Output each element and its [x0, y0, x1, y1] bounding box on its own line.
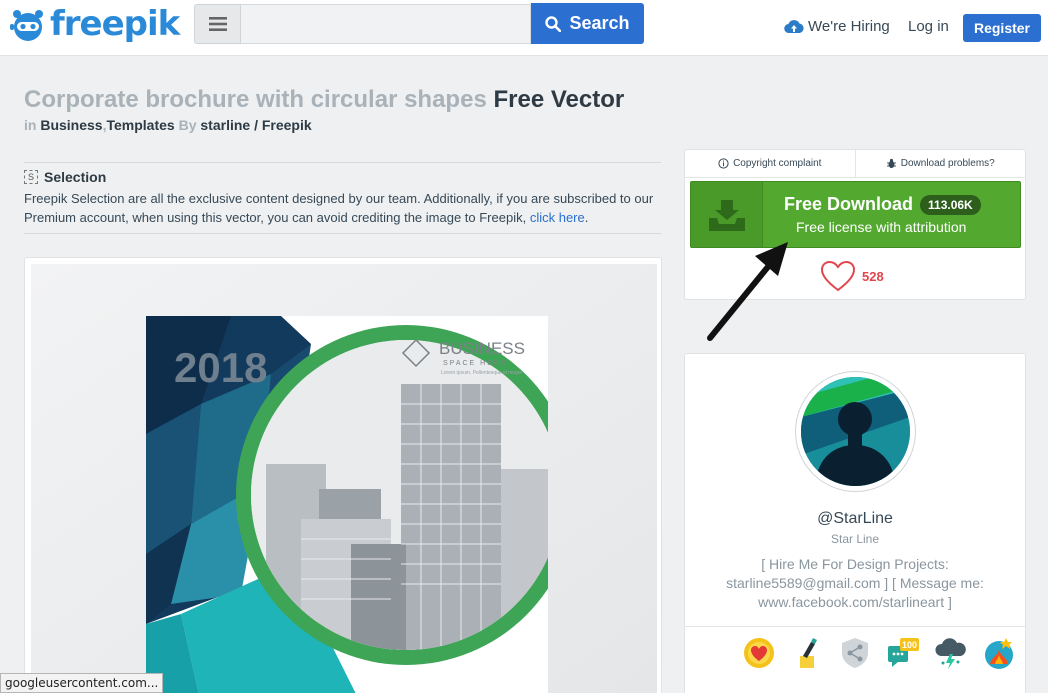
author-link[interactable]: starline / Freepik: [200, 117, 311, 133]
brochure-tagline: SPACE HERE: [443, 360, 508, 367]
license-label: Free license with attribution: [796, 219, 967, 235]
login-link[interactable]: Log in: [908, 18, 949, 35]
author-bio: [ Hire Me For Design Projects: starline5…: [726, 556, 984, 610]
selection-description: Freepik Selection are all the exclusive …: [24, 189, 664, 227]
heart-badge-icon[interactable]: [742, 636, 776, 670]
preview-image[interactable]: 2018 BUSINESS SPACE HERE Lorem ipsum. Pe…: [31, 264, 657, 693]
pencil-badge-icon[interactable]: [790, 636, 824, 670]
page-title: Corporate brochure with circular shapes …: [24, 86, 624, 114]
category-business-link[interactable]: Business: [40, 117, 102, 133]
search-icon: [545, 15, 562, 32]
selection-period: .: [584, 210, 589, 225]
cloud-upload-icon: [784, 20, 804, 34]
brochure-small-text: Lorem ipsum. Pellentesque id neque: [441, 370, 522, 376]
copyright-complaint-link[interactable]: Copyright complaint: [685, 150, 855, 177]
download-problems-label: Download problems?: [900, 158, 995, 169]
badge-100-text: 100: [902, 640, 917, 650]
browser-status-bar: googleusercontent.com...: [0, 673, 164, 693]
selection-heading: S Selection: [24, 169, 106, 185]
author-handle[interactable]: @StarLine: [685, 510, 1025, 528]
brochure-brand: BUSINESS: [439, 339, 525, 358]
freepik-logo[interactable]: freepik: [8, 4, 180, 44]
author-badges: 100: [742, 636, 1016, 670]
selection-icon: S: [24, 170, 38, 184]
menu-button[interactable]: [194, 4, 241, 44]
freepik-mascot-icon: [10, 10, 43, 41]
click-here-link[interactable]: click here: [530, 210, 585, 225]
globe-flame-badge-icon[interactable]: [982, 636, 1016, 670]
hamburger-icon: [208, 17, 227, 31]
annotation-arrow: [707, 242, 788, 341]
title-main: Corporate brochure with circular shapes: [24, 86, 487, 113]
download-tabs: Copyright complaint Download problems?: [685, 150, 1025, 178]
download-tray-icon: [708, 199, 745, 231]
heart-icon: [820, 260, 856, 292]
like-button[interactable]: 528: [820, 260, 884, 292]
like-count: 528: [862, 268, 884, 284]
search-button-label: Search: [569, 13, 630, 33]
hiring-link[interactable]: We're Hiring: [784, 18, 890, 35]
category-templates-link[interactable]: Templates: [106, 117, 174, 133]
free-download-main: Free Download 113.06K: [784, 194, 981, 215]
brochure-preview-graphic: 2018 BUSINESS SPACE HERE Lorem ipsum. Pe…: [31, 264, 657, 693]
user-silhouette-icon: [801, 377, 910, 486]
divider: [24, 233, 661, 234]
share-shield-badge-icon[interactable]: [838, 636, 872, 670]
search-button[interactable]: Search: [531, 3, 644, 44]
copyright-label: Copyright complaint: [733, 158, 822, 169]
register-button[interactable]: Register: [963, 14, 1041, 42]
storm-cloud-badge-icon[interactable]: [934, 636, 968, 670]
author-name: Star Line: [830, 532, 880, 546]
free-download-label: Free Download: [784, 194, 914, 214]
title-free-vector: Free Vector: [493, 86, 625, 113]
search-input[interactable]: [241, 4, 531, 44]
divider: [24, 162, 661, 163]
logo-text: freepik: [50, 4, 180, 44]
preview-card: 2018 BUSINESS SPACE HERE Lorem ipsum. Pe…: [24, 257, 662, 693]
resource-meta: in Business,Templates By starline / Free…: [24, 117, 312, 133]
download-count-badge: 113.06K: [920, 194, 981, 215]
top-header: freepik Search We're Hiring Log in Regis…: [0, 0, 1048, 56]
selection-title: Selection: [44, 169, 107, 185]
bug-icon: [886, 158, 896, 169]
divider: [685, 626, 1025, 627]
hundred-chat-badge-icon[interactable]: 100: [886, 636, 920, 670]
author-avatar[interactable]: [796, 372, 915, 491]
download-problems-link[interactable]: Download problems?: [854, 150, 1026, 177]
by-label: By: [178, 117, 197, 133]
author-panel: @StarLine Star Line [ Hire Me For Design…: [684, 353, 1026, 693]
in-label: in: [24, 117, 37, 133]
brochure-year: 2018: [174, 344, 267, 391]
hiring-label: We're Hiring: [808, 18, 890, 35]
info-icon: [718, 158, 729, 169]
